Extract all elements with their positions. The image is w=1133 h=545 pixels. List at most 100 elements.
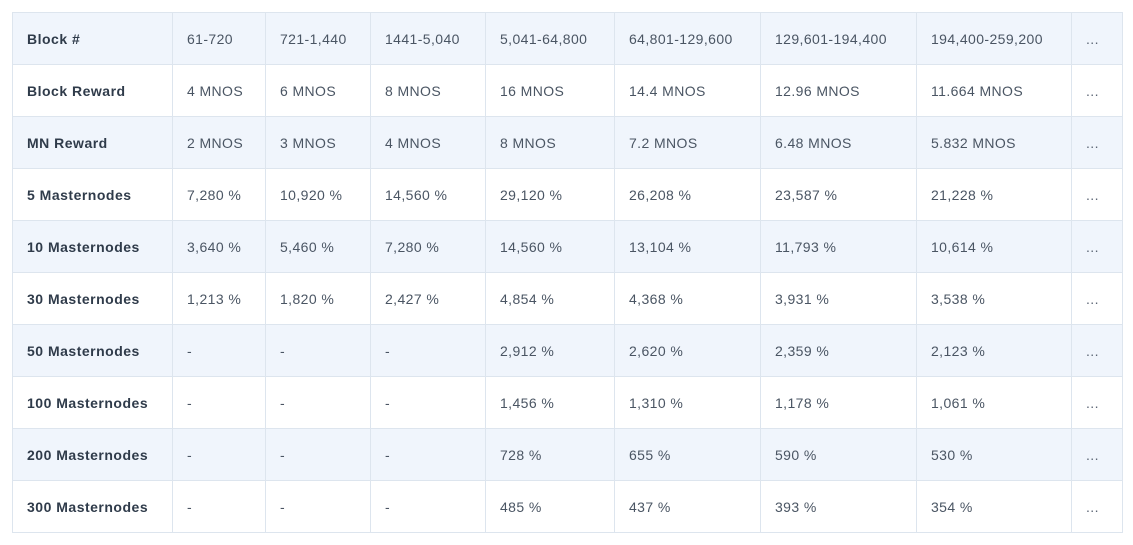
table-cell: 2,123 % <box>916 324 1072 377</box>
table-cell: 4,368 % <box>614 272 761 325</box>
table-cell: 10,614 % <box>916 220 1072 273</box>
more-columns-ellipsis: ... <box>1071 12 1123 65</box>
table-row: 30 Masternodes 1,213 % 1,820 % 2,427 % 4… <box>12 272 1123 325</box>
table-cell: 393 % <box>760 480 917 533</box>
table-cell-ellipsis: ... <box>1071 116 1123 169</box>
table-cell: 23,587 % <box>760 168 917 221</box>
table-cell: 6.48 MNOS <box>760 116 917 169</box>
table-cell: 3 MNOS <box>265 116 371 169</box>
table-cell: 655 % <box>614 428 761 481</box>
table-cell: 1,310 % <box>614 376 761 429</box>
table-cell: 7,280 % <box>172 168 266 221</box>
table-cell: 13,104 % <box>614 220 761 273</box>
column-header: 721-1,440 <box>265 12 371 65</box>
row-label: Block Reward <box>12 64 173 117</box>
table-cell: 16 MNOS <box>485 64 615 117</box>
column-header: 129,601-194,400 <box>760 12 917 65</box>
table-cell: 7,280 % <box>370 220 486 273</box>
table-cell: 4 MNOS <box>370 116 486 169</box>
row-label: 5 Masternodes <box>12 168 173 221</box>
table-cell: 12.96 MNOS <box>760 64 917 117</box>
table-cell: 11,793 % <box>760 220 917 273</box>
table-cell: 10,920 % <box>265 168 371 221</box>
table-cell-ellipsis: ... <box>1071 376 1123 429</box>
column-header: 61-720 <box>172 12 266 65</box>
row-label: 200 Masternodes <box>12 428 173 481</box>
table-cell: 2,620 % <box>614 324 761 377</box>
table-cell: 4 MNOS <box>172 64 266 117</box>
table-cell: 5.832 MNOS <box>916 116 1072 169</box>
table-row: 200 Masternodes - - - 728 % 655 % 590 % … <box>12 428 1123 481</box>
table-row: 300 Masternodes - - - 485 % 437 % 393 % … <box>12 480 1123 533</box>
table-cell-ellipsis: ... <box>1071 324 1123 377</box>
table-cell-ellipsis: ... <box>1071 272 1123 325</box>
table-cell: 1,456 % <box>485 376 615 429</box>
row-label: 10 Masternodes <box>12 220 173 273</box>
table-cell-ellipsis: ... <box>1071 168 1123 221</box>
table-cell: - <box>265 480 371 533</box>
table-cell: 3,538 % <box>916 272 1072 325</box>
table-row: MN Reward 2 MNOS 3 MNOS 4 MNOS 8 MNOS 7.… <box>12 116 1123 169</box>
table-cell: - <box>370 376 486 429</box>
column-header: 194,400-259,200 <box>916 12 1072 65</box>
table-row: Block Reward 4 MNOS 6 MNOS 8 MNOS 16 MNO… <box>12 64 1123 117</box>
table-cell: 11.664 MNOS <box>916 64 1072 117</box>
table-cell: 2 MNOS <box>172 116 266 169</box>
table-cell: 1,820 % <box>265 272 371 325</box>
table-cell: - <box>370 324 486 377</box>
table-row: 5 Masternodes 7,280 % 10,920 % 14,560 % … <box>12 168 1123 221</box>
column-header: 1441-5,040 <box>370 12 486 65</box>
table-cell: - <box>265 324 371 377</box>
column-header: 5,041-64,800 <box>485 12 615 65</box>
table-cell: 5,460 % <box>265 220 371 273</box>
table-cell: - <box>265 428 371 481</box>
table-row: 10 Masternodes 3,640 % 5,460 % 7,280 % 1… <box>12 220 1123 273</box>
table-cell: - <box>172 324 266 377</box>
row-label: 100 Masternodes <box>12 376 173 429</box>
table-cell: 8 MNOS <box>485 116 615 169</box>
table-cell: 21,228 % <box>916 168 1072 221</box>
row-label: MN Reward <box>12 116 173 169</box>
table-cell: 2,359 % <box>760 324 917 377</box>
table-cell-ellipsis: ... <box>1071 480 1123 533</box>
row-label: 50 Masternodes <box>12 324 173 377</box>
table-cell: 1,061 % <box>916 376 1072 429</box>
table-cell: 14,560 % <box>370 168 486 221</box>
table-cell: - <box>370 428 486 481</box>
table-cell-ellipsis: ... <box>1071 428 1123 481</box>
row-label: 30 Masternodes <box>12 272 173 325</box>
table-cell-ellipsis: ... <box>1071 64 1123 117</box>
table-cell: 485 % <box>485 480 615 533</box>
table-cell: 1,178 % <box>760 376 917 429</box>
table-cell: 3,931 % <box>760 272 917 325</box>
table-cell: 14.4 MNOS <box>614 64 761 117</box>
table-cell: 2,912 % <box>485 324 615 377</box>
table-row: 100 Masternodes - - - 1,456 % 1,310 % 1,… <box>12 376 1123 429</box>
table-row: 50 Masternodes - - - 2,912 % 2,620 % 2,3… <box>12 324 1123 377</box>
table-cell: - <box>370 480 486 533</box>
table-cell: 29,120 % <box>485 168 615 221</box>
table-cell: - <box>172 480 266 533</box>
table-cell: - <box>265 376 371 429</box>
table-cell-ellipsis: ... <box>1071 220 1123 273</box>
table-header-row: Block # 61-720 721-1,440 1441-5,040 5,04… <box>12 12 1123 65</box>
table-cell: - <box>172 428 266 481</box>
table-cell: 728 % <box>485 428 615 481</box>
table-cell: - <box>172 376 266 429</box>
table-cell: 4,854 % <box>485 272 615 325</box>
rewards-table-container: Block # 61-720 721-1,440 1441-5,040 5,04… <box>12 12 1123 533</box>
table-cell: 6 MNOS <box>265 64 371 117</box>
header-label: Block # <box>12 12 173 65</box>
table-cell: 14,560 % <box>485 220 615 273</box>
rewards-table: Block # 61-720 721-1,440 1441-5,040 5,04… <box>12 12 1123 533</box>
table-cell: 354 % <box>916 480 1072 533</box>
table-cell: 437 % <box>614 480 761 533</box>
table-cell: 7.2 MNOS <box>614 116 761 169</box>
table-cell: 8 MNOS <box>370 64 486 117</box>
table-cell: 26,208 % <box>614 168 761 221</box>
table-cell: 590 % <box>760 428 917 481</box>
column-header: 64,801-129,600 <box>614 12 761 65</box>
table-cell: 2,427 % <box>370 272 486 325</box>
row-label: 300 Masternodes <box>12 480 173 533</box>
table-cell: 530 % <box>916 428 1072 481</box>
